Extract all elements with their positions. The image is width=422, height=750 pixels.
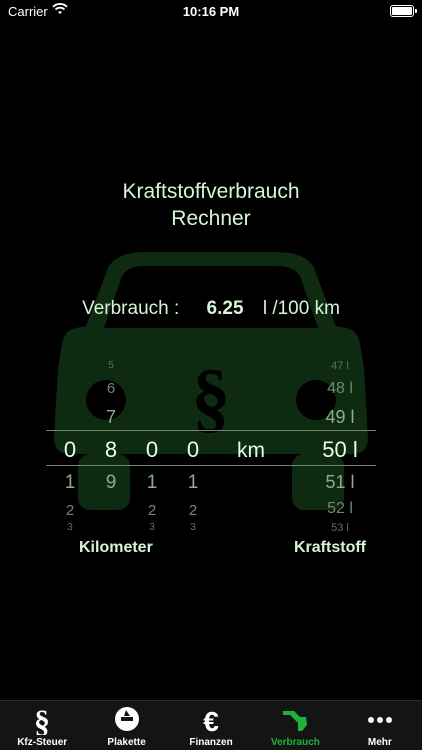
km-digit-3-next: 1	[146, 472, 158, 493]
tab-label: Plakette	[107, 737, 146, 748]
km-digit-wheel-4[interactable]: 0 1 2 3	[173, 352, 213, 538]
euro-icon: €	[203, 706, 219, 735]
km-unit-label: km	[237, 439, 265, 462]
fuel-prev2: 48 l	[327, 380, 353, 397]
svg-text:€: €	[203, 706, 219, 735]
km-digit-1-next3: 3	[67, 522, 73, 533]
tab-label: Mehr	[367, 737, 392, 748]
km-digit-2-selected: 8	[104, 437, 118, 462]
fuel-wheel[interactable]: 47 l 48 l 49 l 50 l 51 l 52 l 53 l	[310, 352, 370, 538]
page-title: Kraftstoffverbrauch Rechner	[0, 178, 422, 232]
km-digit-4-next3: 3	[190, 522, 196, 533]
tab-label: Verbrauch	[270, 737, 320, 748]
km-digit-wheel-3[interactable]: 0 1 2 3	[132, 352, 172, 538]
km-digit-4-next2: 2	[188, 502, 198, 519]
svg-text:§: §	[34, 705, 50, 735]
tab-bar: § Kfz-Steuer Plakette € Finanzen Verbrau…	[0, 700, 422, 750]
km-digit-4-selected: 0	[186, 437, 200, 462]
km-digit-1-next2: 2	[65, 502, 75, 519]
fuel-next3: 53 l	[331, 522, 349, 534]
km-digit-2-next: 9	[105, 472, 117, 493]
status-bar: Carrier 10:16 PM	[0, 0, 422, 24]
fuel-next2: 52 l	[327, 500, 353, 517]
tab-mehr[interactable]: Mehr	[338, 701, 422, 750]
consumption-value: 6.25	[206, 298, 244, 319]
title-line-2: Rechner	[171, 207, 251, 230]
distance-fuel-picker: 0 1 2 3 5 6 7 8 9 0 1 2 3 0 1 2 3 km 47 …	[0, 352, 422, 538]
consumption-unit: l /100 km	[262, 298, 340, 319]
consumption-label: Verbrauch :	[82, 298, 180, 319]
tab-finanzen[interactable]: € Finanzen	[169, 701, 253, 750]
fuel-prev3: 47 l	[331, 360, 349, 372]
km-digit-3-next3: 3	[149, 522, 155, 533]
km-digit-3-selected: 0	[145, 437, 159, 462]
km-digit-2-prev: 7	[105, 407, 116, 427]
km-digit-3-next2: 2	[147, 502, 157, 519]
km-digit-2-prev2: 6	[106, 380, 116, 397]
tab-label: Finanzen	[189, 737, 233, 748]
paragraph-icon: §	[34, 705, 50, 735]
fuel-nozzle-icon	[283, 711, 308, 731]
fuel-label: Kraftstoff	[294, 539, 366, 556]
km-digit-wheel-1[interactable]: 0 1 2 3	[50, 352, 90, 538]
km-digit-2-prev3: 5	[108, 360, 114, 371]
battery-icon	[390, 5, 417, 17]
kilometer-label: Kilometer	[79, 539, 153, 556]
consumption-result: Verbrauch : 6.25 l /100 km	[0, 298, 422, 320]
km-digit-4-next: 1	[187, 472, 199, 493]
tab-kfz-steuer[interactable]: § Kfz-Steuer	[0, 701, 84, 750]
km-digit-wheel-2[interactable]: 5 6 7 8 9	[91, 352, 131, 538]
more-dots-icon	[367, 717, 392, 723]
title-line-1: Kraftstoffverbrauch	[122, 180, 300, 203]
km-digit-1-next: 1	[64, 472, 76, 493]
fuel-prev: 49 l	[325, 407, 355, 427]
fuel-selected: 50 l	[322, 437, 358, 462]
km-digit-1-selected: 0	[63, 437, 77, 462]
tab-plakette[interactable]: Plakette	[84, 701, 168, 750]
sticker-icon	[114, 707, 139, 731]
tab-verbrauch[interactable]: Verbrauch	[253, 701, 337, 750]
tab-label: Kfz-Steuer	[17, 737, 68, 748]
fuel-next: 51 l	[325, 472, 355, 492]
status-time: 10:16 PM	[182, 4, 240, 19]
